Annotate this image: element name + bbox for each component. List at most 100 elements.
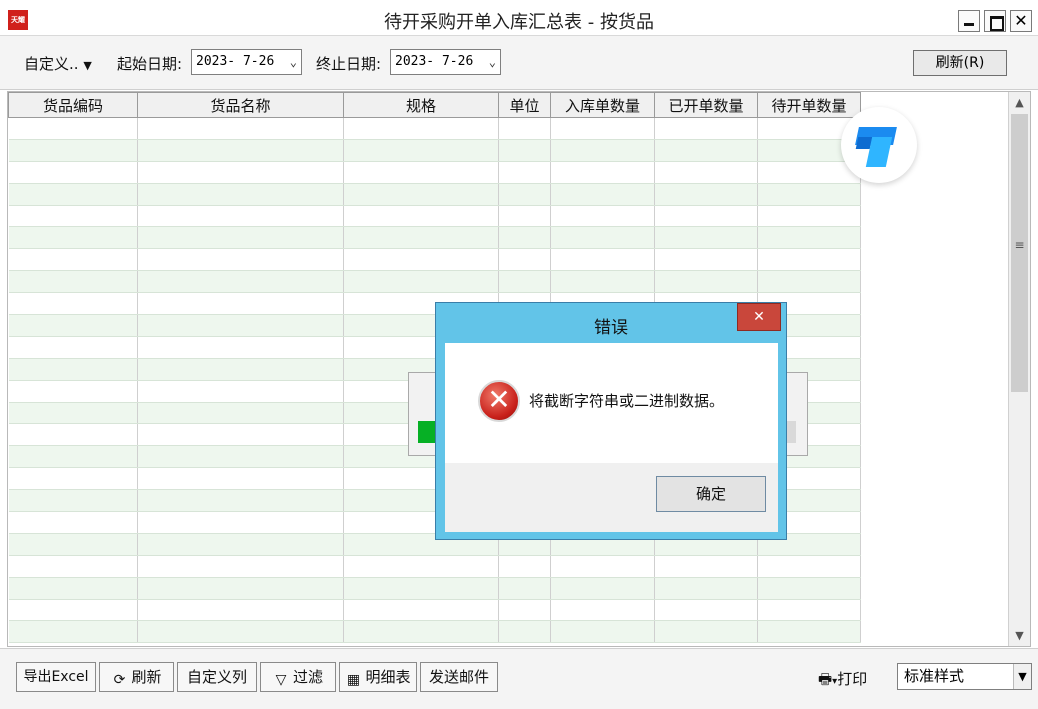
table-cell[interactable]: [757, 577, 861, 600]
table-cell[interactable]: [137, 620, 344, 644]
dialog-close-button[interactable]: ✕: [737, 303, 781, 331]
table-cell[interactable]: [550, 161, 655, 184]
table-cell[interactable]: [8, 599, 138, 622]
table-cell[interactable]: [757, 620, 861, 644]
table-cell[interactable]: [550, 577, 655, 600]
table-cell[interactable]: [343, 139, 499, 162]
table-cell[interactable]: [498, 270, 551, 294]
table-cell[interactable]: [8, 248, 138, 272]
table-cell[interactable]: [137, 533, 344, 556]
filter-button[interactable]: ▽ 过滤: [260, 662, 336, 692]
table-cell[interactable]: [498, 161, 551, 184]
table-row[interactable]: [8, 226, 861, 250]
table-cell[interactable]: [137, 248, 344, 272]
column-header[interactable]: 货品名称: [137, 92, 344, 118]
table-cell[interactable]: [550, 599, 655, 622]
table-cell[interactable]: [137, 183, 344, 206]
table-cell[interactable]: [343, 161, 499, 184]
table-cell[interactable]: [343, 226, 499, 250]
column-header[interactable]: 入库单数量: [550, 92, 655, 118]
table-cell[interactable]: [137, 270, 344, 294]
table-cell[interactable]: [137, 314, 344, 337]
scroll-down-icon[interactable]: ▼: [1009, 625, 1030, 646]
table-cell[interactable]: [137, 380, 344, 403]
table-cell[interactable]: [343, 117, 499, 140]
table-cell[interactable]: [343, 183, 499, 206]
table-cell[interactable]: [8, 445, 138, 469]
table-cell[interactable]: [137, 489, 344, 513]
table-cell[interactable]: [757, 555, 861, 578]
table-cell[interactable]: [8, 402, 138, 425]
table-cell[interactable]: [498, 248, 551, 272]
table-cell[interactable]: [343, 205, 499, 228]
table-cell[interactable]: [498, 555, 551, 578]
table-cell[interactable]: [343, 599, 499, 622]
column-header[interactable]: 货品编码: [8, 92, 138, 118]
table-cell[interactable]: [137, 423, 344, 447]
table-cell[interactable]: [8, 117, 138, 140]
table-cell[interactable]: [654, 117, 758, 140]
table-cell[interactable]: [498, 620, 551, 644]
table-row[interactable]: [8, 117, 861, 140]
table-cell[interactable]: [137, 205, 344, 228]
table-cell[interactable]: [654, 577, 758, 600]
refresh-button[interactable]: 刷新(R): [913, 50, 1007, 76]
scrollbar-thumb[interactable]: ≡: [1011, 114, 1028, 392]
table-cell[interactable]: [654, 205, 758, 228]
table-cell[interactable]: [137, 117, 344, 140]
table-cell[interactable]: [8, 358, 138, 381]
table-cell[interactable]: [654, 248, 758, 272]
table-row[interactable]: [8, 183, 861, 206]
table-cell[interactable]: [498, 117, 551, 140]
table-cell[interactable]: [757, 226, 861, 250]
table-cell[interactable]: [8, 336, 138, 359]
ok-button[interactable]: 确定: [656, 476, 766, 512]
column-header[interactable]: 已开单数量: [654, 92, 758, 118]
table-cell[interactable]: [550, 555, 655, 578]
table-cell[interactable]: [8, 533, 138, 556]
table-cell[interactable]: [8, 292, 138, 316]
table-cell[interactable]: [757, 183, 861, 206]
table-row[interactable]: [8, 139, 861, 162]
table-cell[interactable]: [550, 226, 655, 250]
table-cell[interactable]: [137, 292, 344, 316]
table-cell[interactable]: [654, 139, 758, 162]
print-style-select[interactable]: 标准样式 ▼: [897, 663, 1032, 690]
table-cell[interactable]: [137, 226, 344, 250]
table-cell[interactable]: [137, 402, 344, 425]
table-row[interactable]: [8, 620, 861, 644]
table-cell[interactable]: [498, 226, 551, 250]
table-cell[interactable]: [550, 183, 655, 206]
minimize-button[interactable]: [958, 10, 980, 32]
table-cell[interactable]: [343, 270, 499, 294]
table-cell[interactable]: [757, 599, 861, 622]
table-cell[interactable]: [137, 358, 344, 381]
table-cell[interactable]: [550, 620, 655, 644]
table-cell[interactable]: [654, 270, 758, 294]
table-cell[interactable]: [8, 555, 138, 578]
table-cell[interactable]: [498, 577, 551, 600]
table-cell[interactable]: [8, 423, 138, 447]
table-cell[interactable]: [654, 620, 758, 644]
vertical-scrollbar[interactable]: ▲ ≡ ▼: [1008, 92, 1030, 646]
table-cell[interactable]: [8, 161, 138, 184]
table-cell[interactable]: [757, 205, 861, 228]
table-cell[interactable]: [8, 314, 138, 337]
table-cell[interactable]: [498, 205, 551, 228]
table-row[interactable]: [8, 577, 861, 600]
table-row[interactable]: [8, 270, 861, 294]
table-cell[interactable]: [550, 117, 655, 140]
table-cell[interactable]: [343, 577, 499, 600]
table-cell[interactable]: [8, 577, 138, 600]
custom-dropdown[interactable]: 自定义.. ▼: [24, 53, 92, 74]
table-cell[interactable]: [654, 599, 758, 622]
table-row[interactable]: [8, 555, 861, 578]
table-cell[interactable]: [8, 467, 138, 491]
end-date-picker[interactable]: 2023- 7-26 ⌄: [390, 49, 501, 75]
maximize-button[interactable]: [984, 10, 1006, 32]
table-cell[interactable]: [137, 139, 344, 162]
table-cell[interactable]: [8, 489, 138, 513]
refresh-list-button[interactable]: ⟳ 刷新: [99, 662, 174, 692]
table-cell[interactable]: [550, 248, 655, 272]
detail-table-button[interactable]: ▦ 明细表: [339, 662, 417, 692]
